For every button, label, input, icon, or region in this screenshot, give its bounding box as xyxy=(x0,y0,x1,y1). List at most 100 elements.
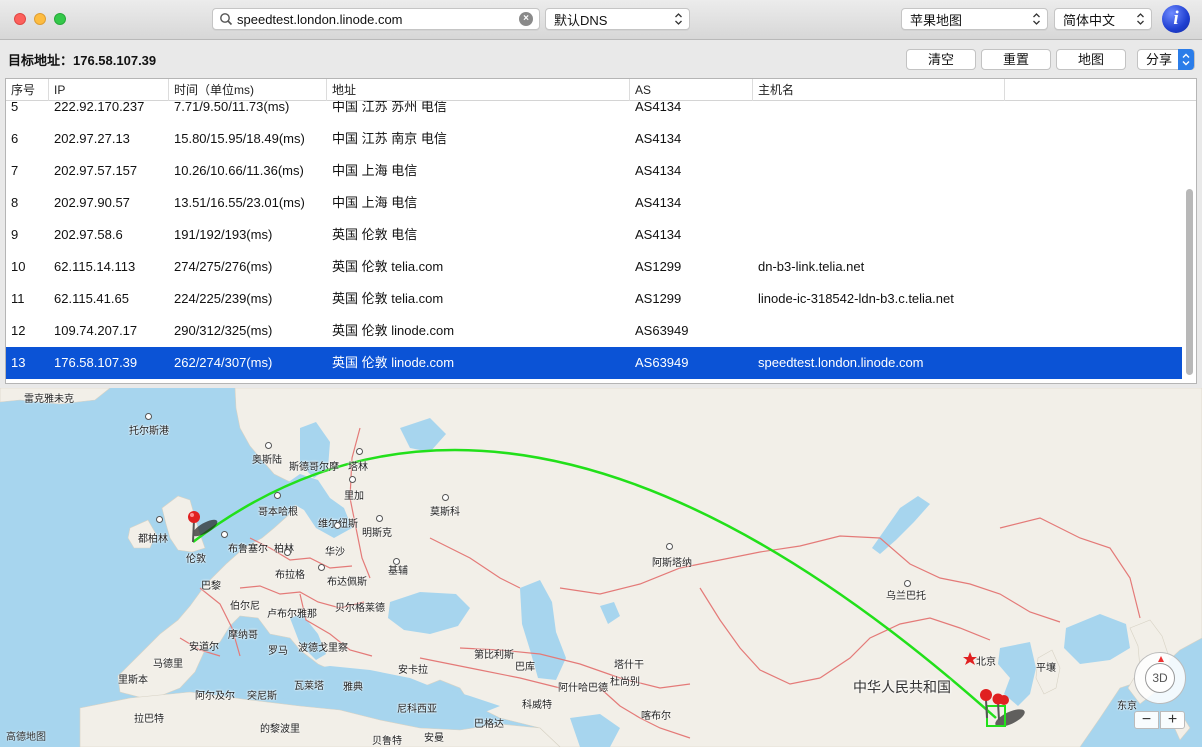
table-row[interactable]: 9 202.97.58.6 191/192/193(ms) 英国 伦敦 电信 A… xyxy=(6,219,1182,251)
url-text[interactable]: speedtest.london.linode.com xyxy=(237,12,519,27)
city-label: 突尼斯 xyxy=(247,691,277,702)
cell-address: 英国 伦敦 telia.com xyxy=(332,291,444,306)
language-select[interactable]: 简体中文 xyxy=(1054,8,1152,30)
target-address: 目标地址：176.58.107.39 xyxy=(8,53,157,68)
map-attribution[interactable]: 高德地图 xyxy=(6,728,46,743)
cell-time: 13.51/16.55/23.01(ms) xyxy=(174,195,305,210)
city-label: 第比利斯 xyxy=(474,650,514,661)
cell-hostname xyxy=(753,101,1005,115)
dns-select[interactable]: 默认DNS xyxy=(545,8,690,30)
cell-hostname xyxy=(753,219,1005,251)
city-marker-icon xyxy=(356,448,363,455)
cell-address: 中国 江苏 南京 电信 xyxy=(332,131,447,146)
table-row[interactable]: 11 62.115.41.65 224/225/239(ms) 英国 伦敦 te… xyxy=(6,283,1182,315)
city-marker-icon xyxy=(318,564,325,571)
city-label: 乌兰巴托 xyxy=(886,591,926,602)
table-row-selected[interactable]: 13 176.58.107.39 262/274/307(ms) 英国 伦敦 l… xyxy=(6,347,1182,379)
clear-button[interactable]: 清空 xyxy=(906,49,976,70)
cell-hostname xyxy=(753,155,1005,187)
cell-hostname xyxy=(753,123,1005,155)
zoom-in-button[interactable]: + xyxy=(1160,711,1185,729)
city-marker-icon xyxy=(442,494,449,501)
scrollbar-thumb[interactable] xyxy=(1186,189,1193,375)
table-row[interactable]: 12 109.74.207.17 290/312/325(ms) 英国 伦敦 l… xyxy=(6,315,1182,347)
city-label: 明斯克 xyxy=(362,528,392,539)
table-row[interactable]: 10 62.115.14.113 274/275/276(ms) 英国 伦敦 t… xyxy=(6,251,1182,283)
cell-as: AS4134 xyxy=(635,131,682,146)
city-marker-icon xyxy=(334,522,341,529)
url-input[interactable]: speedtest.london.linode.com × xyxy=(212,8,540,30)
city-marker-icon xyxy=(904,580,911,587)
3d-toggle[interactable]: 3D xyxy=(1145,663,1175,693)
zoom-out-button[interactable]: − xyxy=(1134,711,1159,729)
city-marker-icon xyxy=(349,476,356,483)
reset-button[interactable]: 重置 xyxy=(981,49,1051,70)
cell-time: 290/312/325(ms) xyxy=(174,323,273,338)
cell-ip: 202.97.57.157 xyxy=(54,163,138,178)
city-marker-icon xyxy=(221,531,228,538)
cell-hostname: dn-b3-link.telia.net xyxy=(758,259,865,274)
search-icon xyxy=(220,13,233,26)
city-label: 雷克雅未克 xyxy=(24,394,74,405)
city-marker-icon xyxy=(376,515,383,522)
map-button[interactable]: 地图 xyxy=(1056,49,1126,70)
city-label: 阿尔及尔 xyxy=(195,691,235,702)
traceroute-table: 序号 IP 时间（单位ms) 地址 AS 主机名 5 222.92.170.23… xyxy=(5,78,1197,384)
city-label: 罗马 xyxy=(268,646,288,657)
chevron-updown-icon xyxy=(1137,13,1144,25)
route-map[interactable]: 雷克雅未克 托尔斯港 奥斯陆 斯德哥尔摩 塔林 里加 哥本哈根 维尔纽斯 明斯克… xyxy=(0,388,1202,747)
cell-address: 英国 伦敦 telia.com xyxy=(332,259,444,274)
cell-seq: 6 xyxy=(11,131,19,146)
table-scrollbar[interactable] xyxy=(1185,103,1194,381)
city-marker-icon xyxy=(156,516,163,523)
chevron-updown-icon xyxy=(675,13,682,25)
cell-seq: 11 xyxy=(11,291,25,306)
share-button[interactable]: 分享 xyxy=(1137,49,1195,70)
compass-3d-control[interactable]: 3D xyxy=(1134,652,1186,704)
city-label: 莫斯科 xyxy=(430,507,460,518)
column-header-time[interactable]: 时间（单位ms) xyxy=(169,79,327,101)
city-label: 杜尚别 xyxy=(610,677,640,688)
city-label: 里斯本 xyxy=(118,675,148,686)
city-label: 基辅 xyxy=(388,566,408,577)
cell-ip: 202.97.27.13 xyxy=(54,131,130,146)
share-dropdown[interactable] xyxy=(1178,49,1194,70)
city-label: 巴黎 xyxy=(201,581,221,592)
info-icon[interactable]: i xyxy=(1162,5,1190,33)
city-label: 贝尔格莱德 xyxy=(335,603,385,614)
cell-ip: 202.97.90.57 xyxy=(54,195,130,210)
country-label: 中华人民共和国 xyxy=(853,679,951,695)
city-label: 科威特 xyxy=(522,700,552,711)
column-header-ip[interactable]: IP xyxy=(49,79,169,101)
column-header-hostname[interactable]: 主机名 xyxy=(753,79,1005,101)
cell-address: 中国 江苏 苏州 电信 xyxy=(332,101,447,114)
column-header-seq[interactable]: 序号 xyxy=(6,79,49,101)
clear-input-icon[interactable]: × xyxy=(519,12,533,26)
city-label: 奥斯陆 xyxy=(252,455,282,466)
city-label: 北京 xyxy=(976,657,996,668)
city-marker-icon xyxy=(145,413,152,420)
city-label: 斯德哥尔摩 xyxy=(289,462,339,473)
city-label: 都柏林 xyxy=(138,534,168,545)
table-row[interactable]: 7 202.97.57.157 10.26/10.66/11.36(ms) 中国… xyxy=(6,155,1182,187)
city-label: 里加 xyxy=(344,491,364,502)
column-header-as[interactable]: AS xyxy=(630,79,753,101)
cell-seq: 9 xyxy=(11,227,19,242)
cell-seq: 12 xyxy=(11,323,26,338)
cell-seq: 10 xyxy=(11,259,26,274)
zoom-window-button[interactable] xyxy=(54,13,66,25)
cell-time: 191/192/193(ms) xyxy=(174,227,273,242)
table-row[interactable]: 8 202.97.90.57 13.51/16.55/23.01(ms) 中国 … xyxy=(6,187,1182,219)
map-provider-select[interactable]: 苹果地图 xyxy=(901,8,1048,30)
table-row[interactable]: 6 202.97.27.13 15.80/15.95/18.49(ms) 中国 … xyxy=(6,123,1182,155)
share-button-label: 分享 xyxy=(1146,52,1173,67)
column-header-address[interactable]: 地址 xyxy=(327,79,630,101)
city-label: 雅典 xyxy=(343,682,363,693)
cell-hostname: linode-ic-318542-ldn-b3.c.telia.net xyxy=(758,291,954,306)
cell-as: AS63949 xyxy=(635,355,689,370)
close-window-button[interactable] xyxy=(14,13,26,25)
minimize-window-button[interactable] xyxy=(34,13,46,25)
cell-time: 224/225/239(ms) xyxy=(174,291,273,306)
table-header: 序号 IP 时间（单位ms) 地址 AS 主机名 xyxy=(6,79,1196,101)
window-toolbar: speedtest.london.linode.com × 默认DNS 苹果地图… xyxy=(0,0,1202,40)
